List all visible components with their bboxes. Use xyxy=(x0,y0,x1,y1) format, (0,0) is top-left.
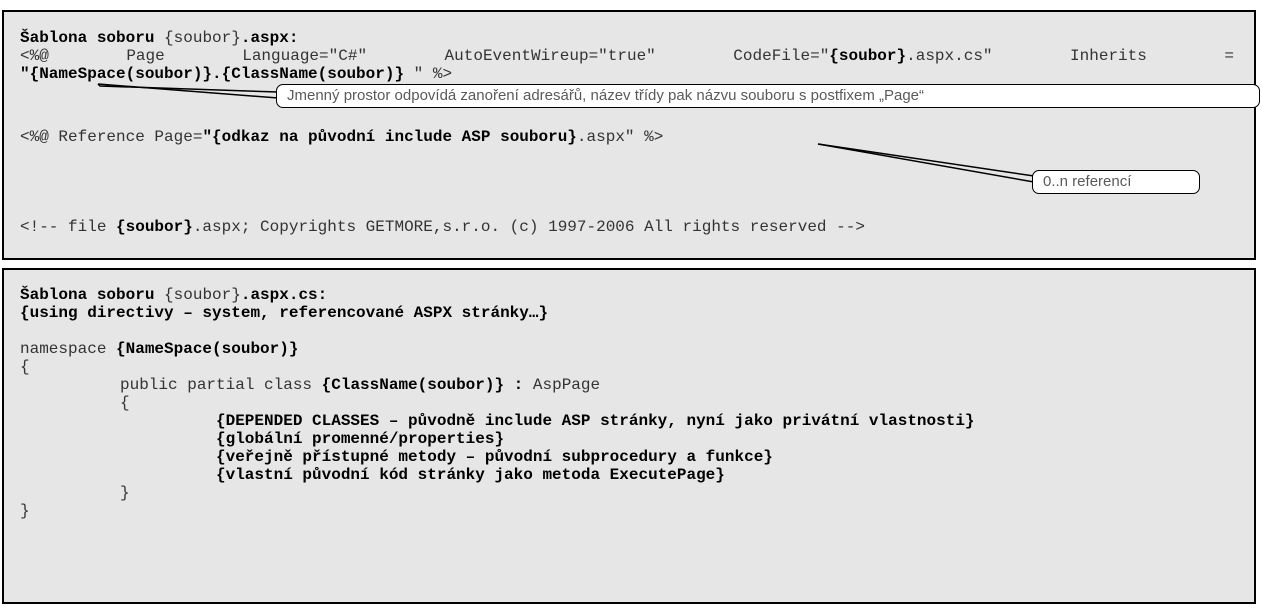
namespace-line: namespace {NameSpace(soubor)} xyxy=(20,340,299,358)
namespace-close-brace: } xyxy=(20,502,30,520)
using-directives-line: {using directivy – system, referencované… xyxy=(20,304,549,322)
class-close-brace: } xyxy=(120,484,130,502)
class-declaration-line: public partial class {ClassName(soubor)}… xyxy=(120,376,601,394)
member-line: {vlastní původní kód stránky jako metoda… xyxy=(216,466,725,484)
member-line: {veřejně přístupné metody – původní subp… xyxy=(216,448,773,466)
namespace-callout: Jmenný prostor odpovídá zanoření adresář… xyxy=(276,84,1260,108)
namespace-open-brace: { xyxy=(20,358,30,376)
member-line: {DEPENDED CLASSES – původně include ASP … xyxy=(216,412,975,430)
class-open-brace: { xyxy=(120,394,130,412)
reference-count-callout: 0..n referencí xyxy=(1032,170,1200,194)
member-line: {globální promenné/properties} xyxy=(216,430,505,448)
cs-template-title: Šablona soboru {soubor}.aspx.cs: xyxy=(20,286,328,304)
